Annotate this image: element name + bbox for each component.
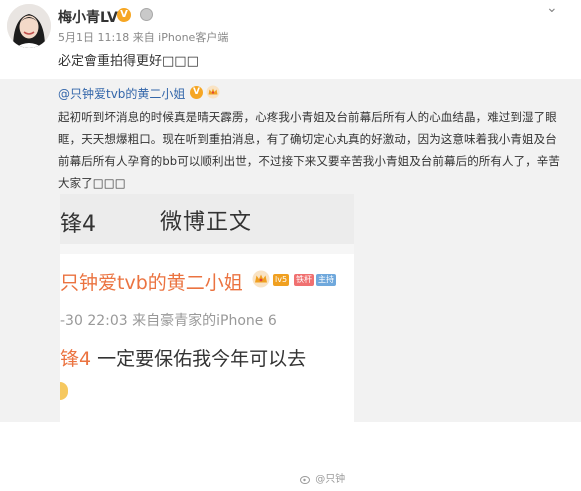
username[interactable]: 梅小青LV bbox=[58, 7, 118, 27]
embed-title: 微博正文 bbox=[160, 210, 253, 235]
verified-badge-icon: V bbox=[117, 8, 131, 22]
embed-text-rest: 一定要保佑我今年可以去 bbox=[91, 348, 307, 370]
emoji-icon bbox=[60, 382, 68, 400]
weibo-logo-icon bbox=[300, 476, 310, 484]
watermark: @只钟 bbox=[300, 470, 345, 485]
embed-text-link: 锋4 bbox=[60, 348, 92, 370]
chevron-down-icon[interactable]: ⌄ bbox=[546, 0, 558, 16]
host-tag: 主持 bbox=[316, 274, 336, 286]
crown-icon bbox=[206, 85, 220, 99]
verified-badge-icon: V bbox=[190, 86, 203, 99]
embedded-screenshot[interactable]: 锋4 微博正文 只钟爱tvb的黄二小姐 lv5 铁杆 主持 -30 22:03 … bbox=[60, 194, 354, 491]
fan-tag: 铁杆 bbox=[294, 274, 314, 286]
repost-body: 起初听到坏消息的时候真是晴天霹雳，心疼我小青姐及台前幕后所有人的心血结晶，难过到… bbox=[58, 110, 560, 190]
level-tag: lv5 bbox=[273, 274, 290, 286]
embed-tab-fragment: 锋4 bbox=[60, 212, 96, 237]
divider bbox=[60, 244, 354, 254]
watermark-text: @只钟 bbox=[315, 474, 346, 485]
embed-text: 锋4 一定要保佑我今年可以去 bbox=[60, 344, 306, 371]
post-meta: 5月1日 11:18 来自 iPhone客户端 bbox=[58, 31, 229, 44]
embed-meta: -30 22:03 来自豪青家的iPhone 6 bbox=[60, 313, 277, 329]
avatar-photo-icon bbox=[7, 4, 51, 48]
repost-author-link[interactable]: @只钟爱tvb的黄二小姐 bbox=[58, 85, 185, 102]
crown-icon bbox=[252, 270, 270, 288]
avatar[interactable] bbox=[7, 4, 51, 48]
embed-author: 只钟爱tvb的黄二小姐 bbox=[60, 272, 243, 294]
embed-header: 锋4 微博正文 bbox=[60, 194, 354, 244]
repost-card: @只钟爱tvb的黄二小姐 V 起初听到坏消息的时候真是晴天霹雳，心疼我小青姐及台… bbox=[0, 79, 581, 491]
post-text: 必定會重拍得更好□□□ bbox=[58, 54, 199, 69]
medal-icon[interactable] bbox=[140, 8, 153, 21]
